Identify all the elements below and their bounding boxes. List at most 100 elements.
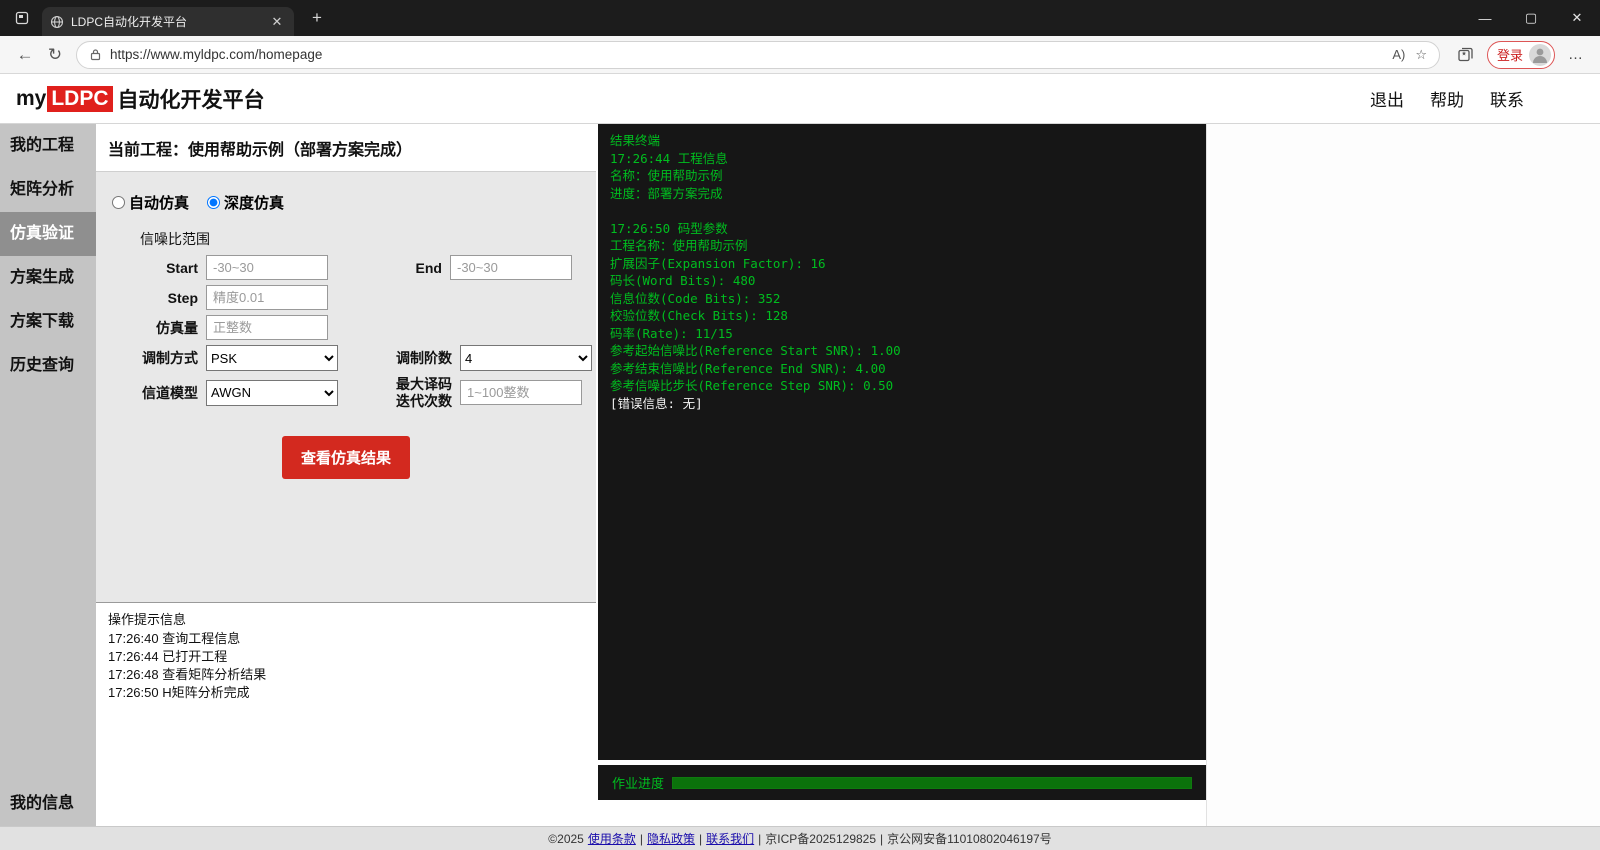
snr-end-input[interactable] [450,255,572,280]
site-header: my LDPC 自动化开发平台 退出 帮助 联系 [0,74,1600,124]
deep-simulation-label: 深度仿真 [224,192,284,213]
start-label: Start [96,260,206,276]
terminal-line: 信息位数(Code Bits): 352 [610,290,1194,308]
deep-simulation-radio[interactable]: 深度仿真 [207,192,284,213]
deep-simulation-radio-input[interactable] [207,196,220,209]
terminal-line: 校验位数(Check Bits): 128 [610,307,1194,325]
refresh-icon[interactable]: ↻ [40,40,70,70]
url-text[interactable]: https://www.myldpc.com/homepage [110,47,1382,62]
new-tab-icon[interactable]: + [304,5,330,31]
max-iter-label-line2: 迭代次数 [364,393,452,410]
sidebar-item-my-projects[interactable]: 我的工程 [0,124,96,168]
icp-text: 京ICP备2025129825 [765,830,876,847]
channel-select[interactable]: AWGN [206,380,338,406]
terminal-line: 17:26:50 码型参数 [610,220,1194,238]
tab-title: LDPC自动化开发平台 [71,13,268,30]
terminal-line: 参考起始信噪比(Reference Start SNR): 1.00 [610,342,1194,360]
simulation-mode-radios: 自动仿真 深度仿真 [112,192,596,213]
browser-toolbar: ← ↻ https://www.myldpc.com/homepage A) ☆… [0,36,1600,74]
auto-simulation-radio-input[interactable] [112,196,125,209]
terminal-column: 结果终端 17:26:44 工程信息 名称：使用帮助示例 进度：部署方案完成 1… [598,124,1206,826]
terminal-bottom-space [598,800,1206,826]
simulation-form-column: 当前工程：使用帮助示例（部署方案完成） 自动仿真 深度仿真 信噪比范围 Star… [96,124,596,826]
job-progress-label: 作业进度 [612,773,664,792]
page-footer: ©2025 使用条款 | 隐私政策 | 联系我们 | 京ICP备20251298… [0,826,1600,850]
auto-simulation-radio[interactable]: 自动仿真 [112,192,189,213]
modulation-select[interactable]: PSK [206,345,338,371]
more-menu-icon[interactable]: … [1568,46,1583,63]
terminal-line: 码长(Word Bits): 480 [610,272,1194,290]
channel-label: 信道模型 [96,383,206,403]
page-body: 我的工程 矩阵分析 仿真验证 方案生成 方案下载 历史查询 我的信息 当前工程：… [0,124,1600,826]
terminal-line: 参考结束信噪比(Reference End SNR): 4.00 [610,360,1194,378]
job-progress-panel: 作业进度 [598,765,1206,800]
modulation-row: 调制方式 PSK 调制阶数 4 [96,345,596,371]
channel-row: 信道模型 AWGN 最大译码 迭代次数 [96,376,596,410]
tab-strip: LDPC自动化开发平台 ✕ + — ▢ ✕ [0,0,1600,36]
avatar[interactable] [1529,44,1551,66]
terms-link[interactable]: 使用条款 [588,830,636,847]
log-line: 17:26:44 已打开工程 [108,648,584,666]
log-line: 17:26:48 查看矩阵分析结果 [108,666,584,684]
contact-link[interactable]: 联系 [1490,86,1524,111]
maximize-icon[interactable]: ▢ [1508,0,1554,36]
privacy-link[interactable]: 隐私政策 [647,830,695,847]
snr-start-input[interactable] [206,255,328,280]
police-text: 京公网安备11010802046197号 [887,830,1052,847]
modulation-label: 调制方式 [96,348,206,368]
tab-close-icon[interactable]: ✕ [268,14,286,30]
back-icon[interactable]: ← [10,40,40,70]
log-line: 17:26:50 H矩阵分析完成 [108,684,584,702]
footer-separator: | [699,832,702,846]
sidebar-item-history-query[interactable]: 历史查询 [0,344,96,388]
browser-tab[interactable]: LDPC自动化开发平台 ✕ [42,7,294,36]
terminal-error-line: [错误信息: 无] [610,395,1194,413]
snr-step-row: Step [96,285,596,310]
terminal-line: 进度：部署方案完成 [610,185,1194,203]
logout-link[interactable]: 退出 [1370,86,1404,111]
copyright-text: ©2025 [548,832,584,846]
sim-amount-input[interactable] [206,315,328,340]
snr-step-input[interactable] [206,285,328,310]
address-bar[interactable]: https://www.myldpc.com/homepage A) ☆ [76,41,1440,69]
sidebar-item-scheme-generate[interactable]: 方案生成 [0,256,96,300]
login-button[interactable]: 登录 [1487,41,1555,69]
mod-order-select[interactable]: 4 [460,345,592,371]
close-icon[interactable]: ✕ [1554,0,1600,36]
sidebar-item-simulation-verify[interactable]: 仿真验证 [0,212,96,256]
terminal-line: 17:26:44 工程信息 [610,150,1194,168]
max-iter-label: 最大译码 迭代次数 [364,376,460,410]
tab-list-icon[interactable] [8,4,36,32]
end-label: End [354,260,450,276]
terminal-line: 结果终端 [610,132,1194,150]
read-aloud-icon[interactable]: A) [1392,47,1405,62]
terminal-line: 名称：使用帮助示例 [610,167,1194,185]
job-progress-fill [673,778,1191,788]
auto-simulation-label: 自动仿真 [129,192,189,213]
log-line: 17:26:40 查询工程信息 [108,630,584,648]
sidebar-item-my-info[interactable]: 我的信息 [0,782,96,826]
snr-start-end-row: Start End [96,255,596,280]
terminal-line: 工程名称：使用帮助示例 [610,237,1194,255]
help-link[interactable]: 帮助 [1430,86,1464,111]
sidebar-item-matrix-analysis[interactable]: 矩阵分析 [0,168,96,212]
result-terminal: 结果终端 17:26:44 工程信息 名称：使用帮助示例 进度：部署方案完成 1… [598,124,1206,760]
button-row: 查看仿真结果 [96,436,596,479]
sidebar-spacer [0,388,96,782]
log-title: 操作提示信息 [108,611,584,629]
collections-icon[interactable] [1457,46,1474,63]
sidebar: 我的工程 矩阵分析 仿真验证 方案生成 方案下载 历史查询 我的信息 [0,124,96,826]
view-results-button[interactable]: 查看仿真结果 [282,436,410,479]
max-iter-input[interactable] [460,380,582,405]
sim-amount-row: 仿真量 [96,315,596,340]
right-results-panel [1206,124,1600,826]
sim-amount-label: 仿真量 [96,318,206,338]
logo-ldpc: LDPC [47,86,112,112]
terminal-line: 码率(Rate): 11/15 [610,325,1194,343]
favorite-star-icon[interactable]: ☆ [1415,47,1427,63]
logo-my: my [16,87,46,111]
contact-us-link[interactable]: 联系我们 [706,830,754,847]
simulation-form: 自动仿真 深度仿真 信噪比范围 Start End Step [96,172,596,602]
minimize-icon[interactable]: — [1462,0,1508,36]
sidebar-item-scheme-download[interactable]: 方案下载 [0,300,96,344]
